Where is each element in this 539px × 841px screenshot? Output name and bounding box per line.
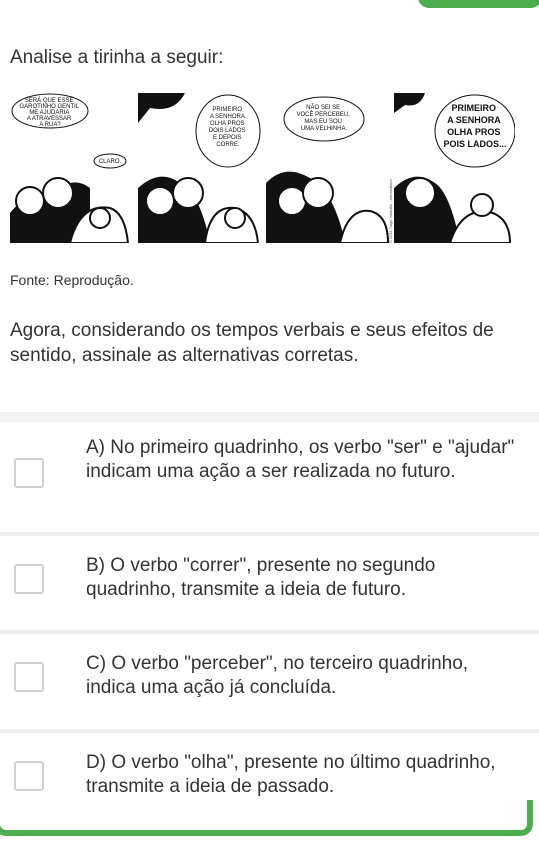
panel4-line1: PRIMEIRO [451,103,496,113]
panel2-line6: CORRE. [216,142,240,148]
panel3-line2: VOCÊ PERCEBEU, [296,110,350,118]
option-b[interactable]: B) O verbo "correr", presente no segundo… [0,540,539,628]
option-d-text: D) O verbo "olha", presente no último qu… [86,752,496,797]
divider [0,412,539,422]
panel1-reply: CLARO. [99,159,122,165]
option-a-checkbox[interactable] [14,458,44,488]
comic-strip-image: SERÁ QUE ESSE GAROTINHO GENTIL ME AJUDAR… [10,93,515,243]
panel4-line3: OLHA PROS [447,127,500,137]
question-body: Agora, considerando os tempos verbais e … [10,320,494,366]
panel3-line3: MAS EU SOU [304,119,342,125]
panel3-line1: NÃO SEI SE [306,104,340,111]
image-source: Fonte: Reprodução. [10,272,134,288]
panel4-line2: A SENHORA [447,115,501,125]
option-d-checkbox[interactable] [14,761,44,791]
panel2-line1: PRIMEIRO [212,107,242,113]
divider [0,630,539,634]
panel1-line1: SERÁ QUE ESSE [25,97,74,104]
panel1-line5: A RUA? [39,122,61,128]
divider [0,532,539,536]
panel4-line4: POIS LADOS... [443,139,506,149]
option-c-text: C) O verbo "perceber", no terceiro quadr… [86,653,469,698]
divider [0,729,539,733]
option-a[interactable]: A) No primeiro quadrinho, os verbo "ser"… [0,428,539,524]
comic-credit: © 2011 Tiago Valadão - armandinho [388,178,393,243]
option-a-text: A) No primeiro quadrinho, os verbo "ser"… [86,437,515,482]
option-c-checkbox[interactable] [14,662,44,692]
panel3-line4: UMA VELHINHA. [301,126,348,132]
panel2-line3: OLHA PROS [210,121,245,127]
comic-panel-1: SERÁ QUE ESSE GAROTINHO GENTIL ME AJUDAR… [10,93,135,243]
comic-panel-3: NÃO SEI SE VOCÊ PERCEBEU, MAS EU SOU UMA… [266,93,391,243]
panel2-line5: E DEPOIS [213,135,241,141]
option-d[interactable]: D) O verbo "olha", presente no último qu… [0,737,539,817]
question-title: Analise a tirinha a seguir: [10,47,224,68]
comic-panel-4: PRIMEIRO A SENHORA OLHA PROS POIS LADOS.… [394,93,515,243]
comic-panel-2: PRIMEIRO A SENHORA OLHA PROS DOIS LADOS … [138,93,263,243]
option-b-text: B) O verbo "correr", presente no segundo… [86,555,436,600]
panel2-line4: DOIS LADOS [209,128,246,134]
option-b-checkbox[interactable] [14,564,44,594]
panel2-line2: A SENHORA [210,114,245,120]
top-status-pill [418,0,539,8]
option-c[interactable]: C) O verbo "perceber", no terceiro quadr… [0,638,539,726]
